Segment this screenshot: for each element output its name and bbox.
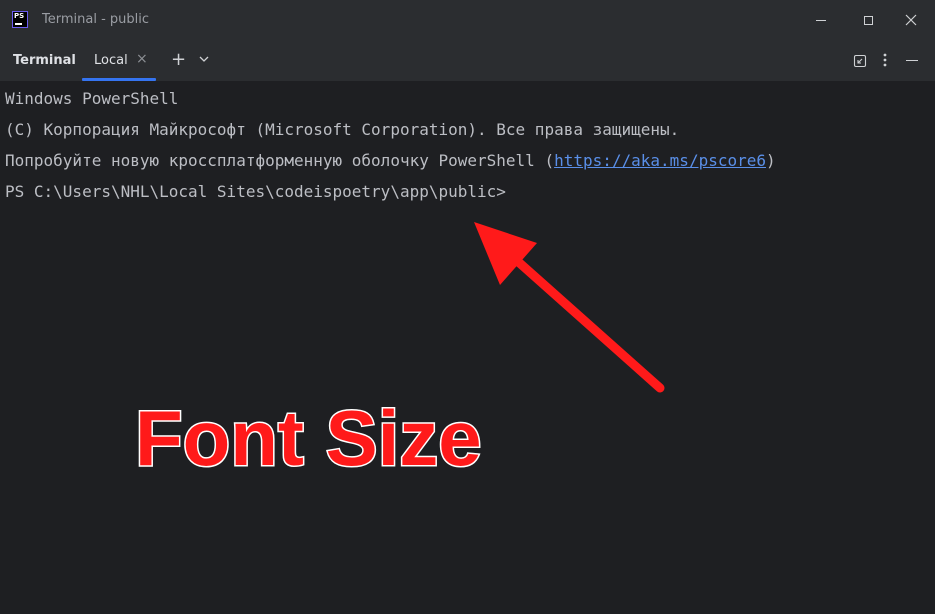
terminal-line-text: Попробуйте новую кроссплатформенную обол… — [5, 151, 555, 170]
maximize-icon — [863, 15, 873, 25]
terminal-line: Windows PowerShell — [5, 89, 179, 108]
hide-toolwindow-icon[interactable] — [906, 60, 918, 61]
close-icon — [905, 14, 917, 26]
toolwindow-title: Terminal — [13, 53, 76, 68]
terminal-line: (C) Корпорация Майкрософт (Microsoft Cor… — [5, 120, 680, 139]
tab-local[interactable]: Local × — [82, 40, 156, 81]
terminal-output[interactable]: Windows PowerShell (C) Корпорация Майкро… — [0, 81, 935, 614]
window-minimize-button[interactable] — [811, 8, 837, 32]
window-maximize-button[interactable] — [855, 8, 881, 32]
more-options-icon[interactable] — [882, 52, 888, 68]
terminal-prompt[interactable]: PS C:\Users\NHL\Local Sites\codeispoetry… — [5, 182, 506, 201]
terminal-line: Попробуйте новую кроссплатформенную обол… — [5, 151, 776, 170]
title-bar: PS Terminal - public — [0, 0, 935, 40]
tab-close-icon[interactable]: × — [136, 52, 148, 66]
terminal-window: PS Terminal - public Terminal Local × + — [0, 0, 935, 614]
new-tab-plus-icon[interactable]: + — [171, 51, 186, 69]
pscore6-link[interactable]: https://aka.ms/pscore6 — [554, 151, 766, 170]
terminal-line-suffix: ) — [766, 151, 776, 170]
minimize-icon — [816, 19, 826, 21]
window-title: Terminal - public — [42, 12, 150, 27]
chevron-down-icon[interactable] — [198, 53, 210, 65]
annotation-label: Font Size — [134, 393, 484, 484]
window-close-button[interactable] — [898, 8, 924, 32]
tab-label: Local — [94, 53, 128, 68]
phpstorm-app-icon[interactable]: PS — [12, 11, 28, 28]
terminal-toolbar: Terminal Local × + — [0, 40, 935, 81]
app-icon-text: PS — [14, 12, 25, 20]
restore-layout-icon[interactable] — [853, 54, 867, 68]
